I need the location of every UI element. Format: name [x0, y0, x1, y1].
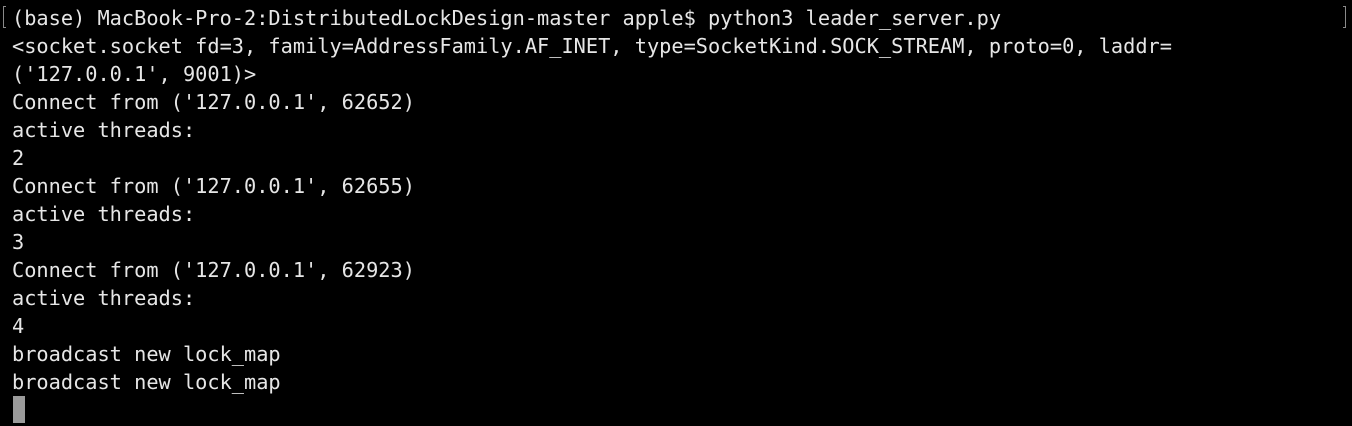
active-threads-count: 2 — [12, 146, 25, 170]
terminal-line-output: broadcast new lock_map — [12, 340, 1352, 368]
terminal-line-prompt: (base) MacBook-Pro-2:DistributedLockDesi… — [12, 4, 1352, 32]
text-cursor — [13, 396, 25, 423]
active-threads-label: active threads: — [12, 118, 196, 142]
connect-message: Connect from ('127.0.0.1', 62655) — [12, 174, 415, 198]
active-threads-count: 4 — [12, 314, 25, 338]
terminal-line-output: 3 — [12, 228, 1352, 256]
active-threads-count: 3 — [12, 230, 25, 254]
active-threads-label: active threads: — [12, 286, 196, 310]
socket-info-text: <socket.socket fd=3, family=AddressFamil… — [12, 34, 1172, 58]
terminal-line-output: ('127.0.0.1', 9001)> — [12, 60, 1352, 88]
terminal-line-output: Connect from ('127.0.0.1', 62652) — [12, 88, 1352, 116]
connect-message: Connect from ('127.0.0.1', 62923) — [12, 258, 415, 282]
terminal-line-output: active threads: — [12, 284, 1352, 312]
terminal-line-input[interactable] — [12, 396, 1352, 424]
terminal-line-output: <socket.socket fd=3, family=AddressFamil… — [12, 32, 1352, 60]
terminal-line-output: broadcast new lock_map — [12, 368, 1352, 396]
terminal-line-output: active threads: — [12, 116, 1352, 144]
broadcast-message: broadcast new lock_map — [12, 370, 281, 394]
prompt-mark-left — [3, 6, 6, 28]
terminal-line-output: 4 — [12, 312, 1352, 340]
socket-address-text: ('127.0.0.1', 9001)> — [12, 62, 257, 86]
terminal-line-output: Connect from ('127.0.0.1', 62923) — [12, 256, 1352, 284]
prompt-mark-right — [1343, 6, 1346, 28]
connect-message: Connect from ('127.0.0.1', 62652) — [12, 90, 415, 114]
broadcast-message: broadcast new lock_map — [12, 342, 281, 366]
terminal-line-output: Connect from ('127.0.0.1', 62655) — [12, 172, 1352, 200]
terminal-line-output: active threads: — [12, 200, 1352, 228]
terminal-window[interactable]: (base) MacBook-Pro-2:DistributedLockDesi… — [0, 0, 1352, 426]
terminal-line-output: 2 — [12, 144, 1352, 172]
active-threads-label: active threads: — [12, 202, 196, 226]
command-prompt-text: (base) MacBook-Pro-2:DistributedLockDesi… — [12, 6, 1002, 30]
